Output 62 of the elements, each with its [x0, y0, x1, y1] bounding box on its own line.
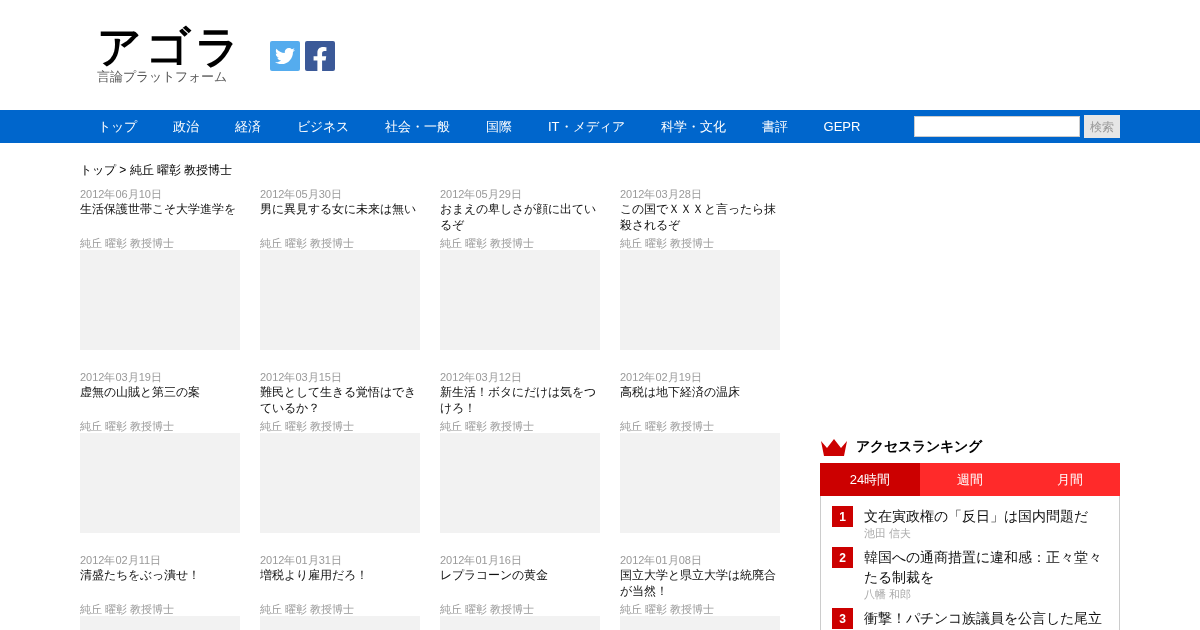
- rank-number: 3: [832, 608, 853, 629]
- rank-number: 1: [832, 506, 853, 527]
- nav-link[interactable]: 書評: [743, 116, 806, 137]
- article-author: 純丘 曜彰 教授博士: [620, 602, 715, 616]
- article-date: 2012年03月15日: [260, 370, 342, 384]
- ranking-article-title[interactable]: 文在寅政権の「反日」は国内問題だ: [864, 506, 1088, 526]
- article-author: 純丘 曜彰 教授博士: [260, 602, 355, 616]
- article-date: 2012年05月29日: [440, 187, 522, 201]
- article-author: 純丘 曜彰 教授博士: [80, 419, 175, 433]
- nav-link[interactable]: ビジネス: [279, 116, 367, 137]
- ranking-author: 八幡 和郎: [864, 587, 912, 602]
- article-date: 2012年06月10日: [80, 187, 162, 201]
- article-author: 純丘 曜彰 教授博士: [260, 236, 355, 250]
- article-title[interactable]: 清盛たちをぶっ潰せ！: [80, 567, 240, 601]
- article-date: 2012年03月28日: [620, 187, 702, 201]
- article-title[interactable]: 高税は地下経済の温床: [620, 384, 780, 418]
- facebook-icon[interactable]: [305, 41, 335, 71]
- article-author: 純丘 曜彰 教授博士: [80, 236, 175, 250]
- article-title[interactable]: おまえの卑しさが顔に出ているぞ: [440, 201, 600, 235]
- article-author: 純丘 曜彰 教授博士: [260, 419, 355, 433]
- article-title[interactable]: 男に異見する女に未来は無い: [260, 201, 420, 235]
- article-title[interactable]: この国でＸＸＸと言ったら抹殺されるぞ: [620, 201, 780, 235]
- breadcrumb: トップ > 純丘 曜彰 教授博士: [80, 162, 233, 178]
- nav-link[interactable]: GEPR: [805, 116, 879, 137]
- article-author: 純丘 曜彰 教授博士: [440, 602, 535, 616]
- article-date: 2012年01月16日: [440, 553, 522, 567]
- article-date: 2012年02月11日: [80, 553, 162, 567]
- rank-number: 2: [832, 547, 853, 568]
- article-title[interactable]: 増税より雇用だろ！: [260, 567, 420, 601]
- search-field[interactable]: [914, 116, 1080, 137]
- nav-link[interactable]: 社会・一般: [367, 116, 468, 137]
- article-date: 2012年05月30日: [260, 187, 342, 201]
- article-author: 純丘 曜彰 教授博士: [620, 236, 715, 250]
- nav-link[interactable]: トップ: [80, 116, 155, 137]
- article-author: 純丘 曜彰 教授博士: [440, 419, 535, 433]
- nav-link[interactable]: 国際: [468, 116, 530, 137]
- article-author: 純丘 曜彰 教授博士: [80, 602, 175, 616]
- article-title[interactable]: 国立大学と県立大学は統廃合が当然！: [620, 567, 780, 601]
- ranking-author: 池田 信夫: [864, 526, 912, 541]
- article-author: 純丘 曜彰 教授博士: [620, 419, 715, 433]
- article-date: 2012年02月19日: [620, 370, 702, 384]
- ranking-tab[interactable]: 24時間: [820, 463, 920, 496]
- nav-link[interactable]: 科学・文化: [642, 116, 744, 137]
- nav-link[interactable]: 経済: [217, 116, 279, 137]
- nav-link[interactable]: 政治: [155, 116, 217, 137]
- article-date: 2012年03月19日: [80, 370, 162, 384]
- article-date: 2012年01月08日: [620, 553, 702, 567]
- ranking-article-title[interactable]: 韓国への通商措置に違和感：正々堂々たる制裁を: [864, 547, 1108, 587]
- article-date: 2012年01月31日: [260, 553, 342, 567]
- ranking-article-title[interactable]: 衝撃！パチンコ族議員を公言した尾立: [864, 608, 1102, 628]
- nav-link[interactable]: IT・メディア: [530, 116, 643, 137]
- logo-subtitle: 言論プラットフォーム: [97, 69, 228, 85]
- article-date: 2012年03月12日: [440, 370, 522, 384]
- article-title[interactable]: 生活保護世帯こそ大学進学を: [80, 201, 240, 235]
- article-title[interactable]: 難民として生きる覚悟はできているか？: [260, 384, 420, 418]
- logo-title[interactable]: アゴラ: [97, 25, 244, 69]
- article-title[interactable]: 新生活！ボタにだけは気をつけろ！: [440, 384, 600, 418]
- article-title[interactable]: 虚無の山賊と第三の案: [80, 384, 240, 418]
- article-title[interactable]: レプラコーンの黄金: [440, 567, 600, 601]
- twitter-icon[interactable]: [270, 41, 300, 71]
- article-author: 純丘 曜彰 教授博士: [440, 236, 535, 250]
- ranking-title: アクセスランキング: [856, 437, 982, 456]
